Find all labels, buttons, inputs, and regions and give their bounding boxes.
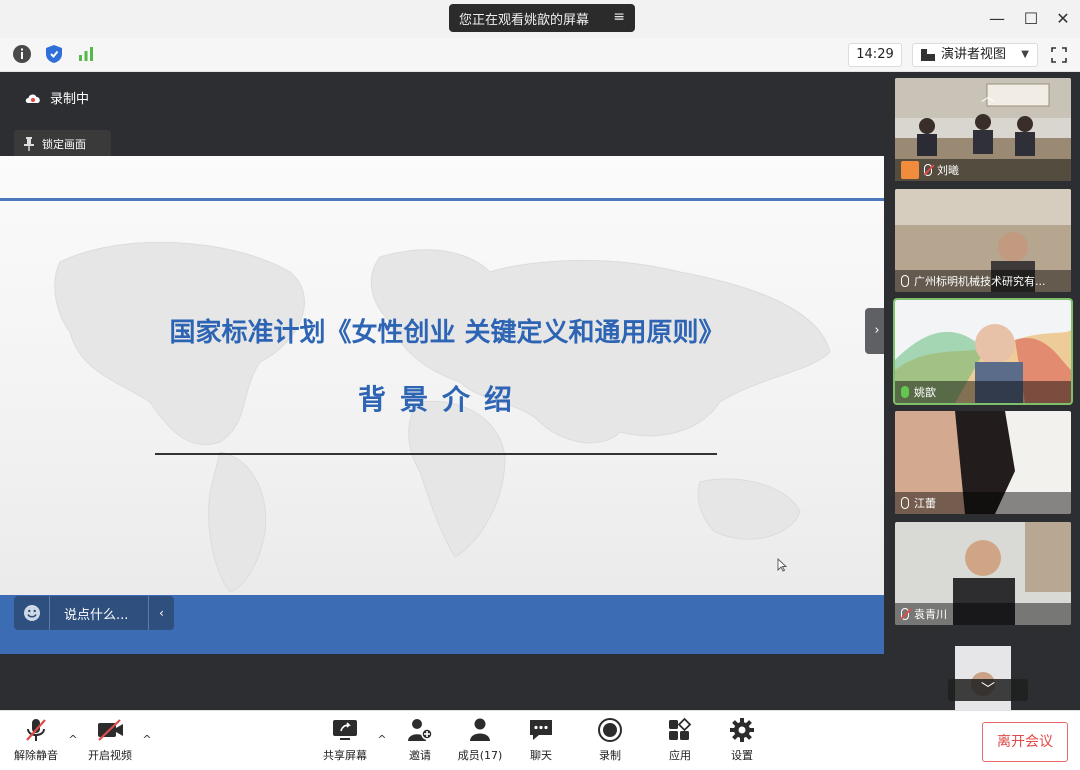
share-screen-button[interactable]: 共享屏幕	[313, 717, 377, 767]
members-button[interactable]: 成员(17)	[448, 717, 512, 767]
quick-chat-bar[interactable]: 说点什么... ‹	[14, 596, 174, 630]
start-video-button[interactable]: 开启视频	[78, 717, 142, 767]
slide-divider	[155, 453, 717, 455]
video-options-caret[interactable]: ^	[141, 733, 153, 746]
muted-mic-icon	[26, 719, 46, 741]
participant-name: 广州标明机械技术研究有...	[914, 275, 1046, 288]
scroll-down-icon[interactable]: ﹀	[948, 679, 1028, 701]
members-label: 成员(17)	[457, 749, 503, 762]
chat-label: 聊天	[530, 749, 552, 762]
participant-name-bar: 江蕾	[895, 492, 1071, 514]
participant-name: 刘曦	[937, 164, 959, 177]
invite-icon	[408, 719, 433, 741]
participant-name: 姚歆	[914, 386, 936, 399]
participant-name-bar: 姚歆	[895, 381, 1071, 403]
video-panel: 刘曦 广州标明机械技术研究有... 姚歆 江蕾 袁青川	[884, 72, 1080, 710]
host-badge-icon	[901, 161, 919, 179]
presentation-slide: 国家标准计划《女性创业 关键定义和通用原则》 背景介绍	[0, 156, 884, 654]
apps-label: 应用	[669, 749, 691, 762]
meeting-info-bar: 14:29 演讲者视图 ▼	[0, 38, 1080, 72]
cloud-icon	[25, 93, 40, 103]
video-tile-2[interactable]: 广州标明机械技术研究有...	[895, 189, 1071, 292]
scroll-up-icon[interactable]: ︿	[966, 86, 1010, 106]
meeting-toolbar: 解除静音 ^ 开启视频 ^ 共享屏幕 ^ 邀请 成员(17) 聊天 录制 应用 …	[0, 710, 1080, 770]
invite-button[interactable]: 邀请	[388, 717, 452, 767]
lock-screen-label: 锁定画面	[42, 138, 86, 151]
slide-top-rule	[0, 198, 884, 201]
close-button[interactable]: ✕	[1052, 8, 1074, 30]
minimize-button[interactable]: —	[986, 8, 1008, 30]
title-bar: 您正在观看姚歆的屏幕 ≡ — ☐ ✕	[0, 0, 1080, 38]
sharing-banner-text: 您正在观看姚歆的屏幕	[459, 12, 590, 28]
muted-mic-icon	[901, 608, 909, 620]
slide-subtitle: 背景介绍	[357, 383, 526, 416]
lock-screen-button[interactable]: 锁定画面	[14, 130, 111, 158]
video-tile-3[interactable]: 姚歆	[893, 298, 1073, 405]
maximize-button[interactable]: ☐	[1020, 8, 1042, 30]
slide-title: 国家标准计划《女性创业 关键定义和通用原则》	[169, 318, 725, 348]
settings-label: 设置	[731, 749, 753, 762]
fullscreen-icon[interactable]	[1051, 47, 1067, 63]
muted-mic-icon	[924, 164, 932, 176]
apps-button[interactable]: 应用	[648, 717, 712, 767]
mic-icon	[901, 497, 909, 509]
record-icon	[598, 718, 622, 742]
unmute-label: 解除静音	[14, 749, 58, 762]
unmute-button[interactable]: 解除静音	[4, 717, 68, 767]
leave-meeting-button[interactable]: 离开会议	[982, 722, 1068, 762]
chat-input-placeholder[interactable]: 说点什么...	[50, 604, 148, 623]
view-mode-label: 演讲者视图	[941, 47, 1007, 62]
shield-icon[interactable]	[44, 44, 64, 64]
dropdown-caret-icon: ▼	[1021, 49, 1029, 60]
start-video-label: 开启视频	[88, 749, 132, 762]
shared-screen[interactable]: 录制中 锁定画面 国家标准计划《女性创业 关键定义和通用原则》 背景介绍 说点什…	[0, 72, 884, 710]
video-tile-4[interactable]: 江蕾	[895, 411, 1071, 514]
banner-menu-icon[interactable]: ≡	[613, 9, 625, 25]
sharing-banner[interactable]: 您正在观看姚歆的屏幕 ≡	[449, 4, 635, 32]
signal-icon[interactable]	[76, 44, 96, 64]
pin-icon	[24, 137, 34, 151]
camera-off-icon	[98, 719, 123, 741]
emoji-icon[interactable]	[14, 596, 50, 630]
info-icon[interactable]	[12, 44, 32, 64]
participant-name-bar: 广州标明机械技术研究有...	[895, 270, 1071, 292]
mouse-cursor-icon	[777, 558, 787, 572]
chat-collapse-button[interactable]: ‹	[148, 596, 174, 630]
recording-indicator: 录制中	[24, 88, 89, 107]
meeting-window: 您正在观看姚歆的屏幕 ≡ — ☐ ✕ 14:29 演讲者视图 ▼ 录制中 锁定画…	[0, 0, 1080, 770]
view-mode-dropdown[interactable]: 演讲者视图 ▼	[912, 43, 1038, 67]
invite-label: 邀请	[409, 749, 431, 762]
chat-button[interactable]: 聊天	[509, 717, 573, 767]
recording-label: 录制中	[50, 92, 90, 107]
share-screen-icon	[333, 720, 357, 740]
record-button[interactable]: 录制	[578, 717, 642, 767]
share-options-caret[interactable]: ^	[376, 733, 388, 746]
speaking-mic-icon	[901, 386, 909, 398]
gear-icon	[730, 718, 754, 742]
share-screen-label: 共享屏幕	[323, 749, 367, 762]
members-icon	[470, 718, 490, 741]
mic-icon	[901, 275, 909, 287]
participant-name: 袁青川	[914, 608, 947, 621]
layout-icon	[921, 49, 935, 61]
participant-name-bar: 袁青川	[895, 603, 1071, 625]
chat-icon	[530, 720, 552, 740]
participant-name-bar: 刘曦	[895, 159, 1071, 181]
participant-name: 江蕾	[914, 497, 936, 510]
video-tile-5[interactable]: 袁青川	[895, 522, 1071, 625]
apps-icon	[669, 717, 692, 740]
meeting-clock: 14:29	[848, 43, 902, 67]
record-label: 录制	[599, 749, 621, 762]
settings-button[interactable]: 设置	[710, 717, 774, 767]
